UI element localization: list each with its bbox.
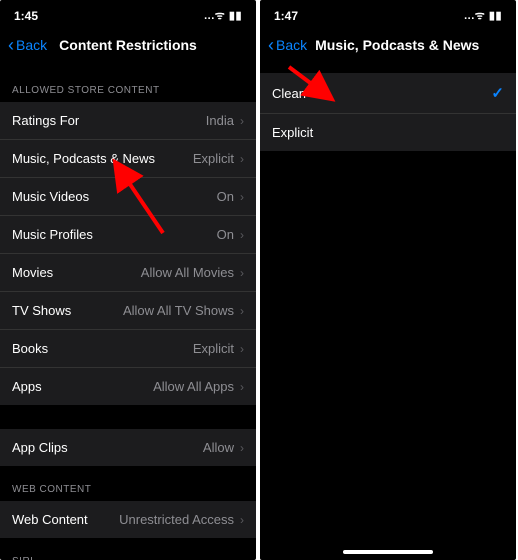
- row-value: On: [217, 227, 234, 242]
- row-music-videos[interactable]: Music Videos On ›: [0, 178, 256, 216]
- row-music-podcasts-news[interactable]: Music, Podcasts & News Explicit ›: [0, 140, 256, 178]
- row-value-group: Unrestricted Access ›: [119, 512, 244, 527]
- chevron-right-icon: ›: [240, 304, 244, 318]
- chevron-left-icon: ‹: [8, 36, 14, 54]
- chevron-right-icon: ›: [240, 190, 244, 204]
- chevron-right-icon: ›: [240, 114, 244, 128]
- row-value: Unrestricted Access: [119, 512, 234, 527]
- row-value-group: Allow All Apps ›: [153, 379, 244, 394]
- row-movies[interactable]: Movies Allow All Movies ›: [0, 254, 256, 292]
- chevron-left-icon: ‹: [268, 36, 274, 54]
- row-ratings-for[interactable]: Ratings For India ›: [0, 102, 256, 140]
- row-value: India: [206, 113, 234, 128]
- back-button[interactable]: ‹ Back: [8, 36, 47, 54]
- status-time: 1:47: [274, 9, 298, 23]
- row-label: Music Videos: [12, 189, 89, 204]
- status-time: 1:45: [14, 9, 38, 23]
- back-label: Back: [276, 37, 307, 53]
- row-value-group: Allow ›: [203, 440, 244, 455]
- row-label: Music, Podcasts & News: [12, 151, 155, 166]
- chevron-right-icon: ›: [240, 513, 244, 527]
- row-app-clips[interactable]: App Clips Allow ›: [0, 429, 256, 466]
- row-books[interactable]: Books Explicit ›: [0, 330, 256, 368]
- row-value: Allow: [203, 440, 234, 455]
- status-bar: 1:45 ...ᯤ ▮▮: [0, 0, 256, 27]
- row-web-content[interactable]: Web Content Unrestricted Access ›: [0, 501, 256, 538]
- row-label: Ratings For: [12, 113, 79, 128]
- section-header-web: WEB CONTENT: [0, 466, 256, 501]
- row-label: Books: [12, 341, 48, 356]
- row-value: Explicit: [193, 151, 234, 166]
- option-explicit[interactable]: Explicit: [260, 114, 516, 151]
- option-clean[interactable]: Clean ✓: [260, 73, 516, 114]
- row-label: App Clips: [12, 440, 68, 455]
- row-value: Allow All TV Shows: [123, 303, 234, 318]
- status-icons: ...ᯤ ▮▮: [464, 8, 502, 23]
- chevron-right-icon: ›: [240, 228, 244, 242]
- back-label: Back: [16, 37, 47, 53]
- nav-bar: ‹ Back Content Restrictions: [0, 27, 256, 67]
- page-title: Music, Podcasts & News: [315, 37, 479, 53]
- row-label: Web Content: [12, 512, 88, 527]
- chevron-right-icon: ›: [240, 441, 244, 455]
- list-web-content: Web Content Unrestricted Access ›: [0, 501, 256, 538]
- row-value: On: [217, 189, 234, 204]
- row-label: Music Profiles: [12, 227, 93, 242]
- nav-bar: ‹ Back Music, Podcasts & News: [260, 27, 516, 67]
- list-allowed-store-content: Ratings For India › Music, Podcasts & Ne…: [0, 102, 256, 405]
- home-indicator[interactable]: [343, 550, 433, 554]
- row-value-group: Allow All Movies ›: [141, 265, 244, 280]
- row-value-group: On ›: [217, 227, 244, 242]
- option-label: Clean: [272, 86, 306, 101]
- row-tv-shows[interactable]: TV Shows Allow All TV Shows ›: [0, 292, 256, 330]
- row-value: Explicit: [193, 341, 234, 356]
- chevron-right-icon: ›: [240, 152, 244, 166]
- row-apps[interactable]: Apps Allow All Apps ›: [0, 368, 256, 405]
- screenshot-music-podcasts-news: 1:47 ...ᯤ ▮▮ ‹ Back Music, Podcasts & Ne…: [260, 0, 516, 560]
- row-value-group: Allow All TV Shows ›: [123, 303, 244, 318]
- row-music-profiles[interactable]: Music Profiles On ›: [0, 216, 256, 254]
- chevron-right-icon: ›: [240, 342, 244, 356]
- back-button[interactable]: ‹ Back: [268, 36, 307, 54]
- screenshot-content-restrictions: 1:45 ...ᯤ ▮▮ ‹ Back Content Restrictions…: [0, 0, 256, 560]
- list-options: Clean ✓ Explicit: [260, 73, 516, 151]
- status-bar: 1:47 ...ᯤ ▮▮: [260, 0, 516, 27]
- row-label: Movies: [12, 265, 53, 280]
- chevron-right-icon: ›: [240, 380, 244, 394]
- row-value-group: On ›: [217, 189, 244, 204]
- row-label: Apps: [12, 379, 42, 394]
- section-header-allowed: ALLOWED STORE CONTENT: [0, 67, 256, 102]
- page-title: Content Restrictions: [59, 37, 197, 53]
- row-value-group: Explicit ›: [193, 151, 244, 166]
- list-app-clips: App Clips Allow ›: [0, 429, 256, 466]
- option-label: Explicit: [272, 125, 313, 140]
- row-value: Allow All Movies: [141, 265, 234, 280]
- row-label: TV Shows: [12, 303, 71, 318]
- checkmark-icon: ✓: [491, 84, 504, 102]
- row-value-group: Explicit ›: [193, 341, 244, 356]
- chevron-right-icon: ›: [240, 266, 244, 280]
- status-icons: ...ᯤ ▮▮: [204, 8, 242, 23]
- row-value: Allow All Apps: [153, 379, 234, 394]
- row-value-group: India ›: [206, 113, 244, 128]
- section-header-siri: SIRI: [0, 538, 256, 560]
